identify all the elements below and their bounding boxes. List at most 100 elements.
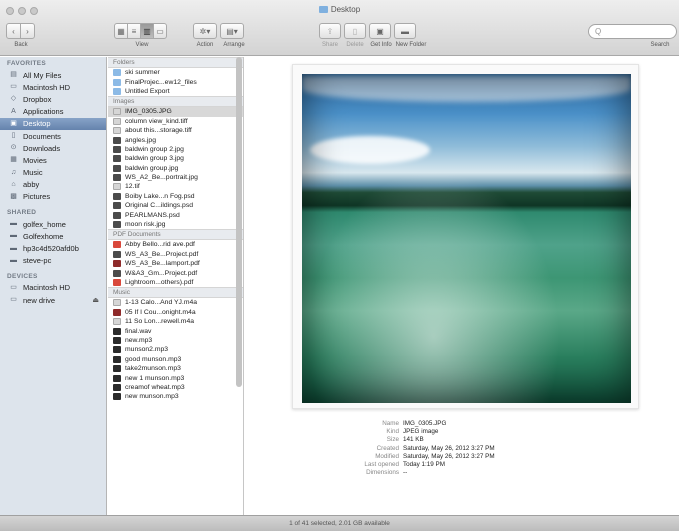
file-item[interactable]: take2munson.mp3	[108, 364, 243, 373]
share-icon: ⇪	[326, 26, 334, 36]
search-label: Search	[650, 42, 670, 48]
image-file-icon	[113, 136, 121, 144]
file-item[interactable]: column view_kind.tiff	[108, 117, 243, 126]
column-view-button[interactable]: ▥	[140, 23, 154, 39]
window-title: Desktop	[0, 5, 679, 14]
printer-icon: ▬	[10, 244, 17, 252]
file-item[interactable]: Boiby Lake...n Fog.psd	[108, 192, 243, 201]
file-item[interactable]: W&A3_Gm...Project.pdf	[108, 268, 243, 277]
file-name: Original C...ildings.psd	[125, 202, 193, 210]
arrange-button[interactable]: ▤▾	[220, 23, 244, 39]
delete-button[interactable]: ▯	[344, 23, 366, 39]
file-item[interactable]: new 1 munson.mp3	[108, 373, 243, 382]
file-item[interactable]: baldwin group 3.jpg	[108, 154, 243, 163]
sidebar-item-macintosh-hd[interactable]: ▭ Macintosh HD	[0, 282, 106, 294]
info-key: Dimensions	[366, 469, 399, 477]
sidebar-item-desktop[interactable]: ▣ Desktop	[0, 117, 106, 130]
file-item[interactable]: 12.tif	[108, 182, 243, 191]
get-info-button[interactable]: ▣	[369, 23, 391, 39]
search-input[interactable]: Q	[588, 24, 677, 39]
file-item[interactable]: PEARLMANS.psd	[108, 210, 243, 219]
file-item[interactable]: 11 So Lon...rewell.m4a	[108, 317, 243, 326]
list-view-button[interactable]: ≡	[127, 23, 141, 39]
file-item[interactable]: IMG_0305.JPG	[108, 107, 243, 117]
file-item[interactable]: WS_A3_Be...lamport.pdf	[108, 259, 243, 268]
file-name: 1-13 Calo...And YJ.m4a	[125, 299, 198, 307]
sidebar-item-steve-pc[interactable]: ▬ steve-pc	[0, 255, 106, 267]
audio-file-icon	[113, 393, 121, 401]
file-name: moon risk.jpg	[125, 221, 166, 229]
sidebar-item-label: Music	[23, 168, 43, 178]
chevron-right-icon: ›	[26, 26, 29, 36]
file-item[interactable]: WS_A2_Be...portrait.jpg	[108, 173, 243, 182]
image-file-icon	[113, 145, 121, 153]
sidebar-item-abby[interactable]: ⌂ abby	[0, 179, 106, 191]
sidebar-item-hp3c4d520afd0b[interactable]: ▬ hp3c4d520afd0b	[0, 242, 106, 254]
file-item[interactable]: FinalProjec...ew12_files	[108, 77, 243, 86]
file-item[interactable]: new munson.mp3	[108, 392, 243, 401]
action-button[interactable]: ✲▾	[193, 23, 217, 39]
pc-icon: ▬	[10, 256, 17, 264]
file-item[interactable]: baldwin group 2.jpg	[108, 145, 243, 154]
image-file-icon	[113, 250, 121, 258]
image-file-icon	[113, 155, 121, 163]
sidebar-item-label: Downloads	[23, 143, 61, 153]
file-item[interactable]: baldwin group.jpg	[108, 164, 243, 173]
file-item[interactable]: Untitled Export	[108, 87, 243, 96]
info-value: JPEG image	[403, 428, 439, 436]
sidebar-item-golfexhome[interactable]: ▬ Golfexhome	[0, 230, 106, 242]
info-icon: ▣	[376, 26, 384, 36]
file-item[interactable]: moon risk.jpg	[108, 220, 243, 229]
share-button[interactable]: ⇪	[319, 23, 341, 39]
file-name: baldwin group.jpg	[125, 164, 179, 172]
sidebar-item-documents[interactable]: ▯ Documents	[0, 130, 106, 142]
folder-icon	[113, 69, 121, 77]
info-row-last-opened: Last opened Today 1:19 PM	[245, 461, 679, 469]
file-item[interactable]: final.wav	[108, 326, 243, 335]
sidebar-item-music[interactable]: ♫ Music	[0, 167, 106, 179]
icon-view-button[interactable]: ▦	[114, 23, 128, 39]
back-button[interactable]: ‹	[6, 23, 21, 39]
sidebar-item-dropbox[interactable]: ◇ Dropbox	[0, 93, 106, 105]
info-value: Saturday, May 26, 2012 3:27 PM	[403, 452, 495, 460]
group-header-images: Images	[108, 96, 243, 108]
file-item[interactable]: munson2.mp3	[108, 345, 243, 354]
file-item[interactable]: WS_A3_Be...Project.pdf	[108, 250, 243, 259]
file-item[interactable]: about this...storage.tiff	[108, 126, 243, 135]
file-column-scrollbar[interactable]	[236, 57, 242, 387]
file-name: new.mp3	[125, 336, 153, 344]
file-item[interactable]: angles.jpg	[108, 135, 243, 144]
sidebar-item-applications[interactable]: A Applications	[0, 106, 106, 118]
file-item[interactable]: 05 If I Cou...onight.m4a	[108, 308, 243, 317]
music-icon: ♫	[10, 168, 17, 176]
sidebar-item-macintosh-hd[interactable]: ▭ Macintosh HD	[0, 81, 106, 93]
audio-file-icon	[113, 336, 121, 344]
file-item[interactable]: ski summer	[108, 68, 243, 77]
group-header-folders: Folders	[108, 57, 243, 68]
sidebar-item-movies[interactable]: ▦ Movies	[0, 154, 106, 166]
file-name: WS_A2_Be...portrait.jpg	[125, 174, 198, 182]
file-column[interactable]: Folders ski summer FinalProjec...ew12_fil…	[108, 57, 244, 515]
share-label: Share	[321, 42, 338, 48]
sidebar-item-all-my-files[interactable]: ▤ All My Files	[0, 69, 106, 81]
file-item[interactable]: Abby Bello...rid ave.pdf	[108, 240, 243, 249]
file-item[interactable]: 1-13 Calo...And YJ.m4a	[108, 298, 243, 307]
eject-icon[interactable]: ⏏	[92, 296, 99, 304]
sidebar-item-pictures[interactable]: ▩ Pictures	[0, 191, 106, 203]
file-item[interactable]: good munson.mp3	[108, 355, 243, 364]
file-item[interactable]: creamof wheat.mp3	[108, 383, 243, 392]
sidebar-item-golfex-home[interactable]: ▬ golfex_home	[0, 218, 106, 230]
toolbar: Desktop ‹ › Back ▦ ≡ ▥ ▭ View ✲▾ ▤▾ Acti…	[0, 0, 679, 56]
image-file-icon	[113, 183, 121, 191]
new-folder-button[interactable]: ▬	[394, 23, 416, 39]
sidebar-item-downloads[interactable]: ⊙ Downloads	[0, 142, 106, 154]
file-item[interactable]: Lightroom...others).pdf	[108, 278, 243, 287]
chevron-left-icon: ‹	[12, 26, 15, 36]
file-item[interactable]: Original C...ildings.psd	[108, 201, 243, 210]
sidebar-item-new-drive[interactable]: ▭ new drive ⏏	[0, 294, 106, 306]
image-file-icon	[113, 108, 121, 116]
forward-button[interactable]: ›	[20, 23, 35, 39]
sidebar-item-label: Pictures	[23, 192, 51, 202]
file-item[interactable]: new.mp3	[108, 336, 243, 345]
coverflow-view-button[interactable]: ▭	[153, 23, 167, 39]
